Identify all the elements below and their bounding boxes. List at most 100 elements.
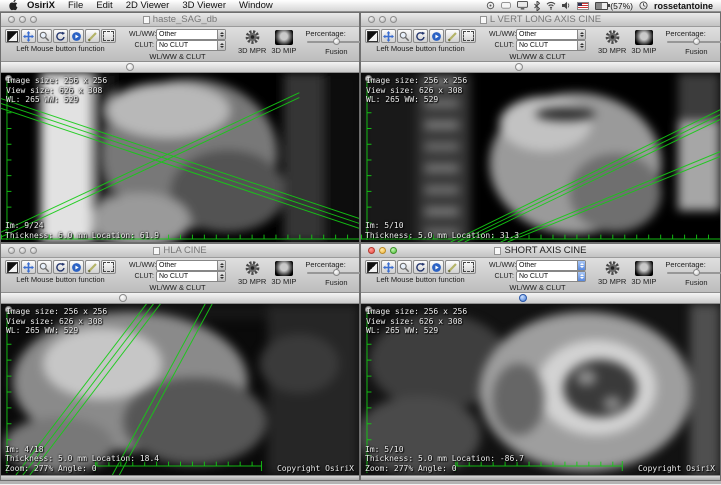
mri-viewport[interactable]: Image size: 256 x 256 View size: 626 x 3…: [1, 304, 359, 475]
3d-mpr-button[interactable]: [242, 29, 262, 45]
3d-mip-button[interactable]: [634, 260, 654, 276]
measure-tool-button[interactable]: [85, 29, 100, 43]
frame-slider[interactable]: [361, 62, 720, 73]
roi-tool-button[interactable]: [461, 29, 476, 43]
rotate-tool-button[interactable]: [413, 260, 428, 274]
menu-item-2d-viewer[interactable]: 2D Viewer: [126, 0, 170, 11]
pan-tool-button[interactable]: [381, 260, 396, 274]
fusion-percentage-slider[interactable]: [667, 38, 721, 46]
wlww-tool-button[interactable]: [365, 29, 380, 43]
frame-slider-thumb[interactable]: [519, 294, 527, 302]
us-flag-icon[interactable]: [577, 2, 589, 10]
clut-select[interactable]: No CLUT: [156, 40, 226, 51]
clock-menu-icon[interactable]: [639, 1, 648, 10]
3d-mpr-button[interactable]: [602, 260, 622, 276]
fusion-slider-thumb[interactable]: [693, 269, 700, 276]
pan-arrows-icon: [23, 262, 34, 273]
bluetooth-menu-icon[interactable]: [534, 1, 540, 11]
fusion-slider-thumb[interactable]: [333, 38, 340, 45]
mri-viewport[interactable]: Image size: 256 x 256 View size: 626 x 3…: [361, 73, 720, 242]
frame-slider-thumb[interactable]: [515, 63, 523, 71]
minimize-button[interactable]: [19, 16, 26, 23]
apple-menu-icon[interactable]: [9, 0, 18, 11]
chat-menu-icon[interactable]: [501, 2, 511, 10]
mri-viewport[interactable]: Image size: 256 x 256 View size: 626 x 3…: [361, 304, 720, 475]
measure-tool-button[interactable]: [85, 260, 100, 274]
wlww-select[interactable]: Other: [516, 29, 586, 40]
menu-item-file[interactable]: File: [68, 0, 83, 11]
pan-tool-button[interactable]: [381, 29, 396, 43]
clut-select[interactable]: No CLUT: [516, 40, 586, 51]
zoom-tool-button[interactable]: [397, 260, 412, 274]
mri-viewport[interactable]: Image size: 256 x 256 View size: 626 x 3…: [1, 73, 359, 242]
measure-tool-button[interactable]: [445, 260, 460, 274]
fusion-percentage-slider[interactable]: [307, 38, 365, 46]
3d-mip-button[interactable]: [274, 260, 294, 276]
volume-menu-icon[interactable]: [562, 1, 571, 10]
window-titlebar[interactable]: L VERT LONG AXIS CINE: [361, 13, 720, 27]
overlay-top-left: Image size: 256 x 256 View size: 626 x 3…: [365, 306, 372, 313]
browse-tool-button[interactable]: [69, 260, 84, 274]
3d-mip-button[interactable]: [634, 29, 654, 45]
browse-tool-button[interactable]: [429, 29, 444, 43]
fast-user-switch-menu[interactable]: rossetantoine: [654, 1, 713, 11]
displays-menu-icon[interactable]: [517, 1, 528, 10]
zoom-tool-button[interactable]: [37, 260, 52, 274]
selection-rect-icon: [463, 262, 474, 272]
wlww-tool-button[interactable]: [5, 260, 20, 274]
window-titlebar[interactable]: HLA CINE: [1, 244, 359, 258]
menu-item-3d-viewer[interactable]: 3D Viewer: [182, 0, 226, 11]
menu-item-edit[interactable]: Edit: [96, 0, 112, 11]
pan-tool-button[interactable]: [21, 260, 36, 274]
frame-slider[interactable]: [1, 293, 359, 304]
fan-menu-icon[interactable]: [486, 1, 495, 10]
battery-indicator[interactable]: (57%): [595, 1, 633, 11]
minimize-button[interactable]: [379, 247, 386, 254]
close-button[interactable]: [8, 247, 15, 254]
wlww-select[interactable]: Other: [156, 260, 226, 271]
3d-mip-button[interactable]: [274, 29, 294, 45]
zoom-tool-button[interactable]: [37, 29, 52, 43]
close-button[interactable]: [368, 247, 375, 254]
menu-item-window[interactable]: Window: [239, 0, 273, 11]
window-titlebar[interactable]: SHORT AXIS CINE: [361, 244, 720, 258]
wlww-tool-button[interactable]: [5, 29, 20, 43]
zoom-window-button[interactable]: [390, 247, 397, 254]
rotate-tool-button[interactable]: [53, 29, 68, 43]
roi-tool-button[interactable]: [461, 260, 476, 274]
minimize-button[interactable]: [379, 16, 386, 23]
clut-select[interactable]: No CLUT: [516, 271, 586, 282]
frame-slider-thumb[interactable]: [119, 294, 127, 302]
frame-slider-thumb[interactable]: [126, 63, 134, 71]
window-titlebar[interactable]: haste_SAG_db: [1, 13, 359, 27]
wlww-tool-button[interactable]: [365, 260, 380, 274]
close-button[interactable]: [8, 16, 15, 23]
menu-item-osirix[interactable]: OsiriX: [27, 0, 55, 11]
pan-tool-button[interactable]: [21, 29, 36, 43]
frame-slider[interactable]: [1, 62, 359, 73]
3d-mpr-button[interactable]: [602, 29, 622, 45]
3d-mpr-button[interactable]: [242, 260, 262, 276]
measure-tool-button[interactable]: [445, 29, 460, 43]
frame-slider[interactable]: [361, 293, 720, 304]
browse-tool-button[interactable]: [429, 260, 444, 274]
rotate-tool-button[interactable]: [53, 260, 68, 274]
roi-tool-button[interactable]: [101, 29, 116, 43]
zoom-tool-button[interactable]: [397, 29, 412, 43]
minimize-button[interactable]: [19, 247, 26, 254]
browse-tool-button[interactable]: [69, 29, 84, 43]
zoom-window-button[interactable]: [30, 16, 37, 23]
wlww-select[interactable]: Other: [156, 29, 226, 40]
zoom-window-button[interactable]: [30, 247, 37, 254]
roi-tool-button[interactable]: [101, 260, 116, 274]
rotate-tool-button[interactable]: [413, 29, 428, 43]
wlww-select[interactable]: Other: [516, 260, 586, 271]
clut-select[interactable]: No CLUT: [156, 271, 226, 282]
airport-menu-icon[interactable]: [546, 1, 556, 10]
fusion-slider-thumb[interactable]: [693, 38, 700, 45]
fusion-percentage-slider[interactable]: [667, 269, 721, 277]
close-button[interactable]: [368, 16, 375, 23]
fusion-slider-thumb[interactable]: [333, 269, 340, 276]
zoom-window-button[interactable]: [390, 16, 397, 23]
fusion-percentage-slider[interactable]: [307, 269, 365, 277]
